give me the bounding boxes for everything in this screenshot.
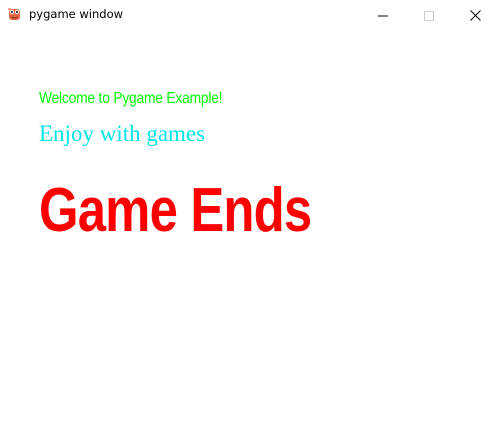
title-bar[interactable]: pygame window [0, 0, 498, 30]
game-canvas[interactable]: Welcome to Pygame Example! Enjoy with ga… [0, 30, 498, 429]
game-ends-text: Game Ends [39, 176, 312, 245]
close-button[interactable] [452, 0, 498, 30]
maximize-icon [424, 6, 434, 25]
pygame-snake-icon [7, 6, 23, 22]
pygame-window: pygame window Welcome to Pygame Example!… [0, 0, 498, 429]
enjoy-text: Enjoy with games [39, 121, 206, 146]
close-icon [469, 6, 481, 25]
maximize-button[interactable] [406, 0, 452, 30]
window-title: pygame window [29, 7, 124, 21]
minimize-button[interactable] [360, 0, 406, 30]
welcome-text: Welcome to Pygame Example! [39, 90, 223, 107]
minimize-icon [378, 6, 388, 25]
